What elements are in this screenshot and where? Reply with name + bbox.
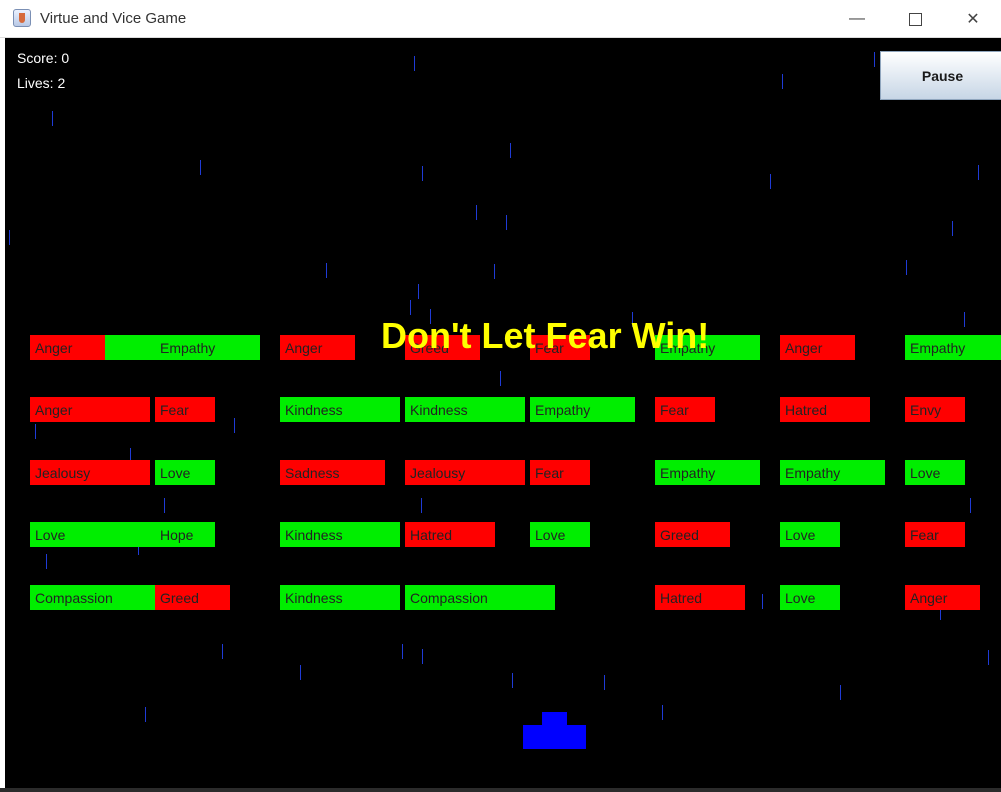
- minimize-button[interactable]: —: [828, 0, 886, 38]
- rain-drop: [402, 644, 403, 659]
- rain-drop: [52, 111, 53, 126]
- rain-drop: [164, 498, 165, 513]
- brick: Empathy: [655, 460, 760, 485]
- brick: Kindness: [280, 585, 400, 610]
- window-title: Virtue and Vice Game: [40, 10, 187, 27]
- brick: Empathy: [530, 397, 635, 422]
- brick: Fear: [530, 460, 590, 485]
- maximize-icon: [908, 12, 922, 26]
- taskbar-edge: [0, 788, 1001, 792]
- rain-drop: [988, 650, 989, 665]
- paddle[interactable]: [523, 725, 586, 749]
- brick: Greed: [155, 585, 230, 610]
- rain-drop: [604, 675, 605, 690]
- brick: Sadness: [280, 460, 385, 485]
- rain-drop: [414, 56, 415, 71]
- rain-drop: [421, 498, 422, 513]
- brick: Greed: [655, 522, 730, 547]
- brick: Empathy: [780, 460, 885, 485]
- rain-drop: [35, 424, 36, 439]
- brick: Jealousy: [30, 460, 150, 485]
- rain-drop: [762, 594, 763, 609]
- rain-drop: [300, 665, 301, 680]
- brick: Hope: [155, 522, 215, 547]
- brick: Anger: [905, 585, 980, 610]
- game-canvas[interactable]: Score: 0 Lives: 2 Anger Empathy Anger Gr…: [5, 38, 1001, 788]
- maximize-button[interactable]: [886, 0, 944, 38]
- rain-drop: [510, 143, 511, 158]
- brick: Compassion: [30, 585, 155, 610]
- brick: Empathy: [905, 335, 1001, 360]
- brick: Love: [905, 460, 965, 485]
- rain-drop: [500, 371, 501, 386]
- rain-drop: [782, 74, 783, 89]
- brick: Envy: [905, 397, 965, 422]
- rain-drop: [222, 644, 223, 659]
- score-label: Score: 0: [17, 50, 70, 66]
- brick: Love: [780, 585, 840, 610]
- rain-drop: [906, 260, 907, 275]
- brick: Jealousy: [405, 460, 525, 485]
- brick: Fear: [655, 397, 715, 422]
- rain-drop: [422, 166, 423, 181]
- brick: Hatred: [655, 585, 745, 610]
- brick: Kindness: [280, 522, 400, 547]
- brick: Kindness: [280, 397, 400, 422]
- rain-drop: [964, 312, 965, 327]
- brick: Love: [155, 460, 215, 485]
- paddle-turret[interactable]: [542, 712, 567, 725]
- rain-drop: [874, 52, 875, 67]
- rain-drop: [422, 649, 423, 664]
- rain-drop: [418, 284, 419, 299]
- rain-drop: [234, 418, 235, 433]
- title-bar: Virtue and Vice Game — ✕: [0, 0, 1001, 38]
- brick: Anger: [30, 335, 105, 360]
- brick: Fear: [905, 522, 965, 547]
- brick: Hatred: [780, 397, 870, 422]
- close-button[interactable]: ✕: [944, 0, 1001, 38]
- brick: Love: [780, 522, 840, 547]
- rain-drop: [840, 685, 841, 700]
- rain-drop: [770, 174, 771, 189]
- brick: Love: [530, 522, 590, 547]
- rain-drop: [200, 160, 201, 175]
- brick: Anger: [280, 335, 355, 360]
- brick: Hatred: [405, 522, 495, 547]
- rain-drop: [662, 705, 663, 720]
- brick: Anger: [30, 397, 150, 422]
- brick: Compassion: [405, 585, 555, 610]
- rain-drop: [512, 673, 513, 688]
- brick: Anger: [780, 335, 855, 360]
- rain-drop: [326, 263, 327, 278]
- brick: Kindness: [405, 397, 525, 422]
- brick: Love: [30, 522, 155, 547]
- rain-drop: [506, 215, 507, 230]
- rain-drop: [952, 221, 953, 236]
- brick: Empathy: [105, 335, 260, 360]
- rain-drop: [145, 707, 146, 722]
- rain-drop: [9, 230, 10, 245]
- rain-drop: [978, 165, 979, 180]
- java-app-icon: [13, 9, 31, 27]
- rain-drop: [46, 554, 47, 569]
- pause-button[interactable]: Pause: [880, 51, 1001, 100]
- rain-drop: [410, 300, 411, 315]
- brick: Fear: [155, 397, 215, 422]
- message-banner: Don't Let Fear Win!: [381, 315, 710, 356]
- rain-drop: [476, 205, 477, 220]
- lives-label: Lives: 2: [17, 75, 66, 91]
- rain-drop: [970, 498, 971, 513]
- rain-drop: [494, 264, 495, 279]
